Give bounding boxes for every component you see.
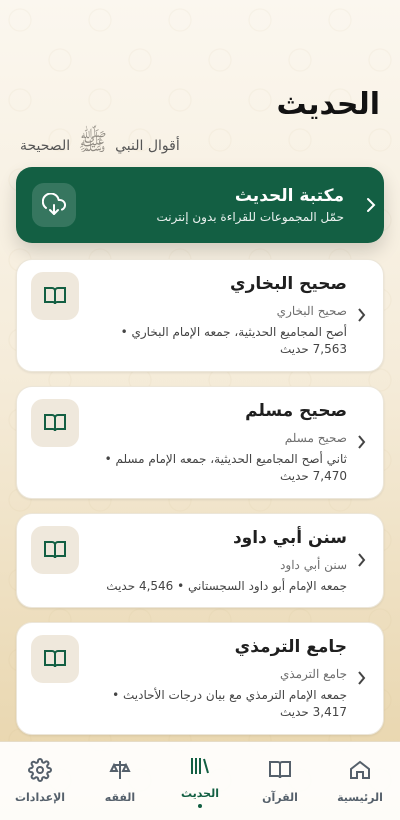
- book-icon: [31, 272, 79, 320]
- book-card-bukhari[interactable]: صحيح البخاري صحيح البخاري أصح المجاميع ا…: [16, 259, 384, 372]
- page-title: الحديث: [276, 87, 380, 122]
- gear-icon: [28, 758, 52, 786]
- book-card-tirmidhi[interactable]: جامع الترمذي جامع الترمذي جمعه الإمام ال…: [16, 621, 384, 735]
- book-title: جامع الترمذي: [234, 636, 347, 657]
- subtitle-end-text: الصحيحة: [20, 138, 71, 154]
- chevron-right-icon: [356, 197, 384, 213]
- page-subtitle: أقوال النبي ﷺ الصحيحة: [20, 130, 380, 154]
- book-icon: [31, 525, 79, 574]
- scale-icon: [108, 758, 132, 786]
- home-icon: [348, 758, 372, 786]
- book-subtitle: صحيح البخاري: [276, 304, 347, 318]
- book-description: جمعه الإمام الترمذي مع بيان درجات الأحاد…: [112, 687, 347, 720]
- library-title: مكتبة الحديث: [234, 186, 344, 206]
- hadith-library-card[interactable]: مكتبة الحديث حمّل المجموعات للقراءة بدون…: [16, 167, 384, 243]
- book-description: ثاني أصح المجاميع الحديثية، جمعه الإمام …: [104, 451, 347, 484]
- book-title: صحيح مسلم: [245, 400, 347, 421]
- nav-settings[interactable]: الإعدادات: [2, 758, 78, 804]
- library-icon: [188, 754, 212, 782]
- nav-settings-label: الإعدادات: [14, 791, 66, 804]
- subtitle-text: أقوال النبي: [115, 138, 180, 154]
- book-content: صحيح مسلم صحيح مسلم ثاني أصح المجاميع ال…: [91, 399, 347, 486]
- library-text: مكتبة الحديث حمّل المجموعات للقراءة بدون…: [76, 186, 356, 224]
- chevron-right-icon: [353, 399, 369, 486]
- nav-hadith-label: الحديث: [181, 787, 219, 800]
- library-description: حمّل المجموعات للقراءة بدون إنترنت: [156, 210, 345, 224]
- nav-home-label: الرئيسية: [337, 791, 383, 804]
- book-content: صحيح البخاري صحيح البخاري أصح المجاميع ا…: [91, 272, 347, 359]
- book-description: جمعه الإمام أبو داود السجستاني • 4,546 ح…: [106, 578, 347, 593]
- book-description: أصح المجاميع الحديثية، جمعه الإمام البخا…: [120, 325, 347, 357]
- hadith-book-list: صحيح البخاري صحيح البخاري أصح المجاميع ا…: [16, 259, 384, 749]
- book-subtitle: سنن أبي داود: [280, 557, 347, 572]
- chevron-right-icon: [353, 635, 369, 722]
- honorific-text: ﷺ: [78, 128, 108, 156]
- book-content: جامع الترمذي جامع الترمذي جمعه الإمام ال…: [91, 635, 347, 722]
- chevron-right-icon: [353, 526, 369, 595]
- chevron-right-icon: [353, 272, 369, 359]
- nav-fiqh-label: الفقه: [104, 791, 136, 804]
- book-content: سنن أبي داود سنن أبي داود جمعه الإمام أب…: [91, 526, 347, 595]
- nav-home[interactable]: الرئيسية: [322, 758, 398, 804]
- book-subtitle: صحيح مسلم: [284, 430, 347, 445]
- book-title: صحيح البخاري: [230, 274, 347, 294]
- book-card-muslim[interactable]: صحيح مسلم صحيح مسلم ثاني أصح المجاميع ال…: [16, 385, 384, 499]
- bottom-navigation: الرئيسية القرآن الحديث الفقه الإعدادات: [0, 741, 400, 820]
- active-indicator: [198, 804, 202, 808]
- nav-quran-label: القرآن: [262, 791, 298, 804]
- page-header: الحديث أقوال النبي ﷺ الصحيحة: [20, 84, 380, 154]
- book-subtitle: جامع الترمذي: [279, 666, 347, 681]
- book-title: سنن أبي داود: [232, 527, 347, 548]
- nav-hadith[interactable]: الحديث: [162, 754, 238, 808]
- book-card-abu-dawud[interactable]: سنن أبي داود سنن أبي داود جمعه الإمام أب…: [16, 512, 384, 608]
- book-icon: [31, 634, 79, 683]
- nav-quran[interactable]: القرآن: [242, 758, 318, 804]
- cloud-download-icon: [32, 183, 76, 227]
- nav-fiqh[interactable]: الفقه: [82, 758, 158, 804]
- quran-icon: [268, 758, 292, 786]
- book-icon: [31, 398, 79, 447]
